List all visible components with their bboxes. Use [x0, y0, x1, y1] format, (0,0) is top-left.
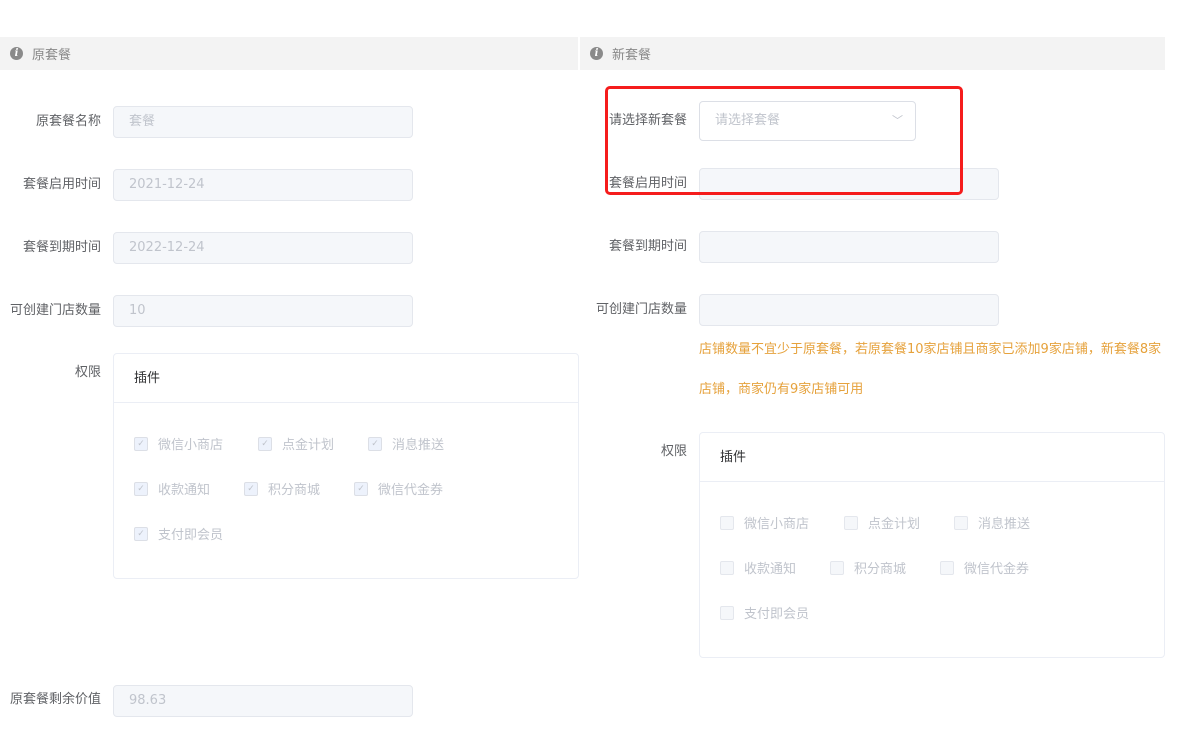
end-date-input[interactable]: 2022-12-24	[113, 232, 413, 264]
field-label: 可创建门店数量	[9, 303, 101, 318]
plugin-checkbox[interactable]: ✓ 消息推送	[368, 434, 444, 453]
section-title: 新套餐	[612, 48, 652, 63]
plugin-checkbox[interactable]: 微信小商店	[720, 513, 809, 532]
field-label: 套餐到期时间	[22, 240, 101, 255]
plugin-checkbox[interactable]: ✓ 支付即会员	[134, 524, 223, 543]
plugin-checkbox[interactable]: ✓ 点金计划	[258, 434, 334, 453]
checkbox-icon	[940, 560, 954, 575]
new-store-count-input[interactable]	[699, 294, 999, 326]
store-count-warning: 店铺数量不宜少于原套餐，若原套餐10家店铺且商家已添加9家店铺，新套餐8家店铺，…	[699, 342, 1162, 397]
checkbox-label: 点金计划	[868, 517, 921, 532]
checkbox-label: 支付即会员	[744, 607, 810, 622]
section-title: 原套餐	[32, 48, 72, 63]
checkbox-label: 收款通知	[744, 562, 797, 577]
card-title: 插件	[114, 354, 578, 403]
remaining-value-input[interactable]: 98.63	[113, 685, 413, 717]
plugin-checkbox[interactable]: ✓ 微信代金券	[354, 479, 443, 498]
plugin-checkbox[interactable]: 点金计划	[844, 513, 920, 532]
plan-name-input[interactable]: 套餐	[113, 106, 413, 138]
checkbox-label: 积分商城	[854, 562, 907, 577]
field-label: 原套餐剩余价值	[9, 692, 101, 707]
checkbox-icon	[844, 515, 858, 530]
plugin-checkbox[interactable]: 收款通知	[720, 558, 796, 577]
checkbox-label: 微信小商店	[158, 438, 224, 453]
checkbox-label: 消息推送	[392, 438, 445, 453]
checkbox-checked-icon: ✓	[368, 436, 382, 451]
permissions-label: 权限	[660, 444, 687, 459]
checkbox-checked-icon: ✓	[244, 481, 258, 496]
checkbox-icon	[830, 560, 844, 575]
plugin-checkbox[interactable]: 微信代金券	[940, 558, 1029, 577]
info-icon: i	[10, 47, 23, 60]
plugin-checkbox[interactable]: ✓ 微信小商店	[134, 434, 223, 453]
checkbox-checked-icon: ✓	[354, 481, 368, 496]
store-count-input[interactable]: 10	[113, 295, 413, 327]
new-plan-header: i 新套餐	[580, 37, 1165, 70]
field-label: 原套餐名称	[35, 114, 101, 129]
permissions-card: 插件	[699, 432, 1165, 658]
checkbox-checked-icon: ✓	[134, 481, 148, 496]
checkbox-label: 点金计划	[282, 438, 335, 453]
card-title: 插件	[700, 433, 1164, 482]
checkbox-label: 微信代金券	[378, 483, 444, 498]
field-label: 可创建门店数量	[595, 302, 687, 317]
checkbox-icon	[720, 605, 734, 620]
checkbox-label: 支付即会员	[158, 528, 224, 543]
checkbox-label: 积分商城	[268, 483, 321, 498]
plugin-checkbox[interactable]: ✓ 收款通知	[134, 479, 210, 498]
checkbox-label: 微信代金券	[964, 562, 1030, 577]
checkbox-icon	[720, 560, 734, 575]
original-plan-header: i 原套餐	[0, 37, 578, 70]
plugin-checkbox[interactable]: 消息推送	[954, 513, 1030, 532]
checkbox-checked-icon: ✓	[134, 436, 148, 451]
plugin-checkbox[interactable]: 支付即会员	[720, 603, 809, 622]
checkbox-checked-icon: ✓	[134, 526, 148, 541]
checkbox-checked-icon: ✓	[258, 436, 272, 451]
checkbox-label: 微信小商店	[744, 517, 810, 532]
field-label: 套餐到期时间	[608, 239, 687, 254]
checkbox-icon	[720, 515, 734, 530]
highlight-box	[605, 86, 963, 195]
checkbox-icon	[954, 515, 968, 530]
field-label: 套餐启用时间	[22, 177, 101, 192]
plugin-checkbox[interactable]: 积分商城	[830, 558, 906, 577]
start-date-input[interactable]: 2021-12-24	[113, 169, 413, 201]
checkbox-label: 收款通知	[158, 483, 211, 498]
permissions-card: 插件	[113, 353, 579, 579]
info-icon: i	[590, 47, 603, 60]
plugin-checkbox[interactable]: ✓ 积分商城	[244, 479, 320, 498]
new-end-date-input[interactable]	[699, 231, 999, 263]
permissions-label: 权限	[74, 365, 101, 380]
checkbox-label: 消息推送	[978, 517, 1031, 532]
